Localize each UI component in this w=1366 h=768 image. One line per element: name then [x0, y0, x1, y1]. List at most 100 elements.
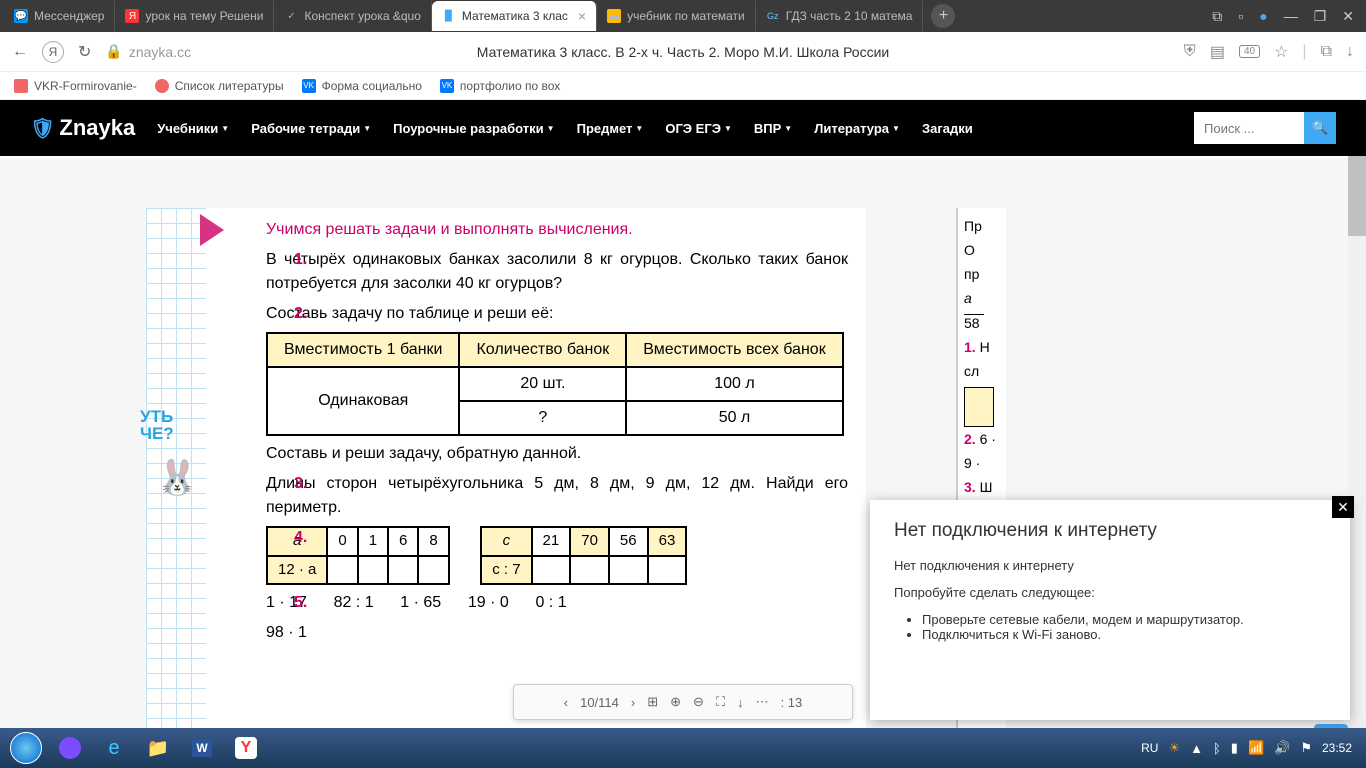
search-input[interactable] — [1194, 112, 1304, 144]
shield-icon[interactable]: ⛨ — [1184, 43, 1196, 61]
task-number: 4. — [294, 526, 307, 550]
taskbar: e 📁 W Y RU ☀ ▲ ᛒ ▮ 📶 🔊 ⚑ 23:52 — [0, 728, 1366, 768]
tab-gdz[interactable]: GzГДЗ часть 2 10 матема — [756, 1, 924, 31]
bookmark-icon[interactable]: ☆ — [1274, 42, 1288, 62]
translate-icon[interactable]: ▤ — [1210, 42, 1225, 62]
task-number: 2. — [294, 302, 307, 326]
scrollbar-thumb[interactable] — [1348, 156, 1366, 236]
pdf-fullscreen-icon[interactable]: ⛶ — [716, 694, 725, 710]
popup-msg: Попробуйте сделать следующее: — [894, 585, 1326, 600]
pdf-extra-text: : 13 — [781, 695, 803, 710]
pdf-next-button[interactable]: › — [631, 695, 635, 710]
taskbar-ie[interactable]: e — [94, 732, 134, 764]
taskbar-word[interactable]: W — [182, 732, 222, 764]
close-icon[interactable]: × — [578, 8, 586, 24]
tray-flag-icon[interactable]: ⚑ — [1300, 740, 1312, 756]
no-internet-popup: ✕ Нет подключения к интернету Нет подклю… — [870, 500, 1350, 720]
taskbar-alice[interactable] — [50, 732, 90, 764]
doc-icon — [14, 79, 28, 93]
minimize-button[interactable]: — — [1284, 8, 1298, 25]
bookmark-vkr[interactable]: VKR-Formirovanie- — [14, 79, 137, 93]
back-button[interactable]: ← — [12, 43, 28, 61]
pdf-zoom-in-icon[interactable]: ⊕ — [670, 694, 681, 710]
pdf-download-icon[interactable]: ↓ — [737, 695, 744, 710]
search-button[interactable]: 🔍 — [1304, 112, 1336, 144]
nav-zagadki[interactable]: Загадки — [922, 121, 973, 136]
sidebar-icon[interactable]: ⧉ — [1321, 43, 1332, 61]
bookmark-portfolio[interactable]: VKпортфолио по вох — [440, 79, 560, 93]
nav-pouroch[interactable]: Поурочные разработки▼ — [393, 121, 554, 136]
book-icon: ▉ — [442, 9, 456, 23]
task-number: 1. — [294, 248, 307, 272]
yandex-icon: Y — [235, 737, 257, 759]
search-icon: 🔍 — [1312, 120, 1329, 135]
nav-uchebniki[interactable]: Учебники▼ — [157, 121, 229, 136]
tray-wifi-icon[interactable]: 📶 — [1248, 740, 1264, 756]
scrollbar[interactable] — [1348, 156, 1366, 728]
pdf-prev-button[interactable]: ‹ — [564, 695, 568, 710]
popup-title: Нет подключения к интернету — [894, 520, 1326, 542]
bookmark-spisok[interactable]: Список литературы — [155, 79, 284, 93]
task-4b-table: c21705663 c : 7 — [480, 526, 687, 585]
tab-messenger[interactable]: 💬Мессенджер — [4, 1, 115, 31]
popup-close-button[interactable]: ✕ — [1332, 496, 1354, 518]
tray-battery-icon[interactable]: ▮ — [1231, 740, 1238, 756]
nav-predmet[interactable]: Предмет▼ — [577, 121, 644, 136]
bookmarks-bar: VKR-Formirovanie- Список литературы VKФо… — [0, 72, 1366, 100]
bookmark-forma[interactable]: VKФорма социально — [302, 79, 422, 93]
taskbar-explorer[interactable]: 📁 — [138, 732, 178, 764]
side-label: УТЬЧЕ? — [140, 408, 174, 442]
task-3-text: Длины сторон четырёхугольника 5 дм, 8 дм… — [266, 472, 848, 520]
section-heading: Учимся решать задачи и выполнять вычисле… — [266, 218, 848, 242]
chevron-down-icon: ▼ — [784, 124, 792, 133]
chevron-down-icon: ▼ — [221, 124, 229, 133]
tab-konspekt[interactable]: ✓Конспект урока &quo — [274, 1, 431, 31]
taskbar-yandex[interactable]: Y — [226, 732, 266, 764]
gdz-icon: Gz — [766, 9, 780, 23]
tray-lang[interactable]: RU — [1141, 741, 1158, 755]
task-5-text: 1 · 17 82 : 1 1 · 65 19 · 0 0 : 1 — [266, 591, 848, 615]
browser-tab-bar: 💬Мессенджер Яурок на тему Решени ✓Конспе… — [0, 0, 1366, 32]
site-logo[interactable]: 🛡Znayka — [30, 115, 135, 141]
tray-bluetooth-icon[interactable]: ᛒ — [1213, 741, 1221, 756]
tray-weather-icon[interactable]: ☀ — [1168, 740, 1180, 756]
textbook-icon: ▬ — [607, 9, 621, 23]
reload-button[interactable]: ↻ — [78, 42, 91, 62]
tabs-overview-icon[interactable]: ⧉ — [1212, 8, 1222, 25]
popup-suggestions: Проверьте сетевые кабели, модем и маршру… — [922, 612, 1326, 642]
new-tab-button[interactable]: + — [931, 4, 955, 28]
pdf-toolbar: ‹ 10/114 › ⊞ ⊕ ⊖ ⛶ ↓ ⋯ : 13 — [513, 684, 853, 720]
tab-math-active[interactable]: ▉Математика 3 клас× — [432, 1, 597, 31]
download-icon[interactable]: ↓ — [1346, 43, 1354, 61]
tray-chevron-icon[interactable]: ▲ — [1190, 741, 1203, 756]
task-number: 3. — [294, 472, 307, 496]
extensions-icon[interactable]: ▫ — [1238, 8, 1243, 25]
tray-sound-icon[interactable]: 🔊 — [1274, 740, 1290, 756]
url-box[interactable]: 🔒znayka.cc — [105, 43, 191, 60]
site-nav: 🛡Znayka Учебники▼ Рабочие тетради▼ Поуро… — [0, 100, 1366, 156]
nav-oge[interactable]: ОГЭ ЕГЭ▼ — [665, 121, 732, 136]
tab-uchebnik[interactable]: ▬учебник по математи — [597, 1, 756, 31]
alice-icon — [59, 737, 81, 759]
notifications-icon[interactable]: ● — [1259, 8, 1267, 25]
pdf-zoom-out-icon[interactable]: ⊖ — [693, 694, 704, 710]
nav-tetr[interactable]: Рабочие тетради▼ — [251, 121, 371, 136]
system-tray: RU ☀ ▲ ᛒ ▮ 📶 🔊 ⚑ 23:52 — [1141, 740, 1360, 756]
lock-icon: 🔒 — [105, 43, 122, 60]
start-button[interactable] — [6, 730, 46, 766]
nav-lit[interactable]: Литература▼ — [814, 121, 900, 136]
task-2-table: Вместимость 1 банкиКоличество банокВмест… — [266, 332, 844, 436]
maximize-button[interactable]: ❐ — [1314, 8, 1327, 25]
pdf-grid-icon[interactable]: ⊞ — [647, 694, 658, 710]
windows-icon — [10, 732, 42, 764]
tray-clock[interactable]: 23:52 — [1322, 741, 1352, 755]
tabs-count-badge[interactable]: 40 — [1239, 45, 1260, 58]
nav-vpr[interactable]: ВПР▼ — [754, 121, 792, 136]
home-button[interactable]: Я — [42, 41, 64, 63]
close-window-button[interactable]: ✕ — [1342, 8, 1354, 25]
task-1-text: В четырёх одинаковых банках засолили 8 к… — [266, 248, 848, 296]
chevron-down-icon: ▼ — [635, 124, 643, 133]
pdf-more-icon[interactable]: ⋯ — [756, 694, 769, 710]
tab-yandex-lesson[interactable]: Яурок на тему Решени — [115, 1, 274, 31]
window-controls: ⧉ ▫ ● — ❐ ✕ — [1212, 8, 1366, 25]
